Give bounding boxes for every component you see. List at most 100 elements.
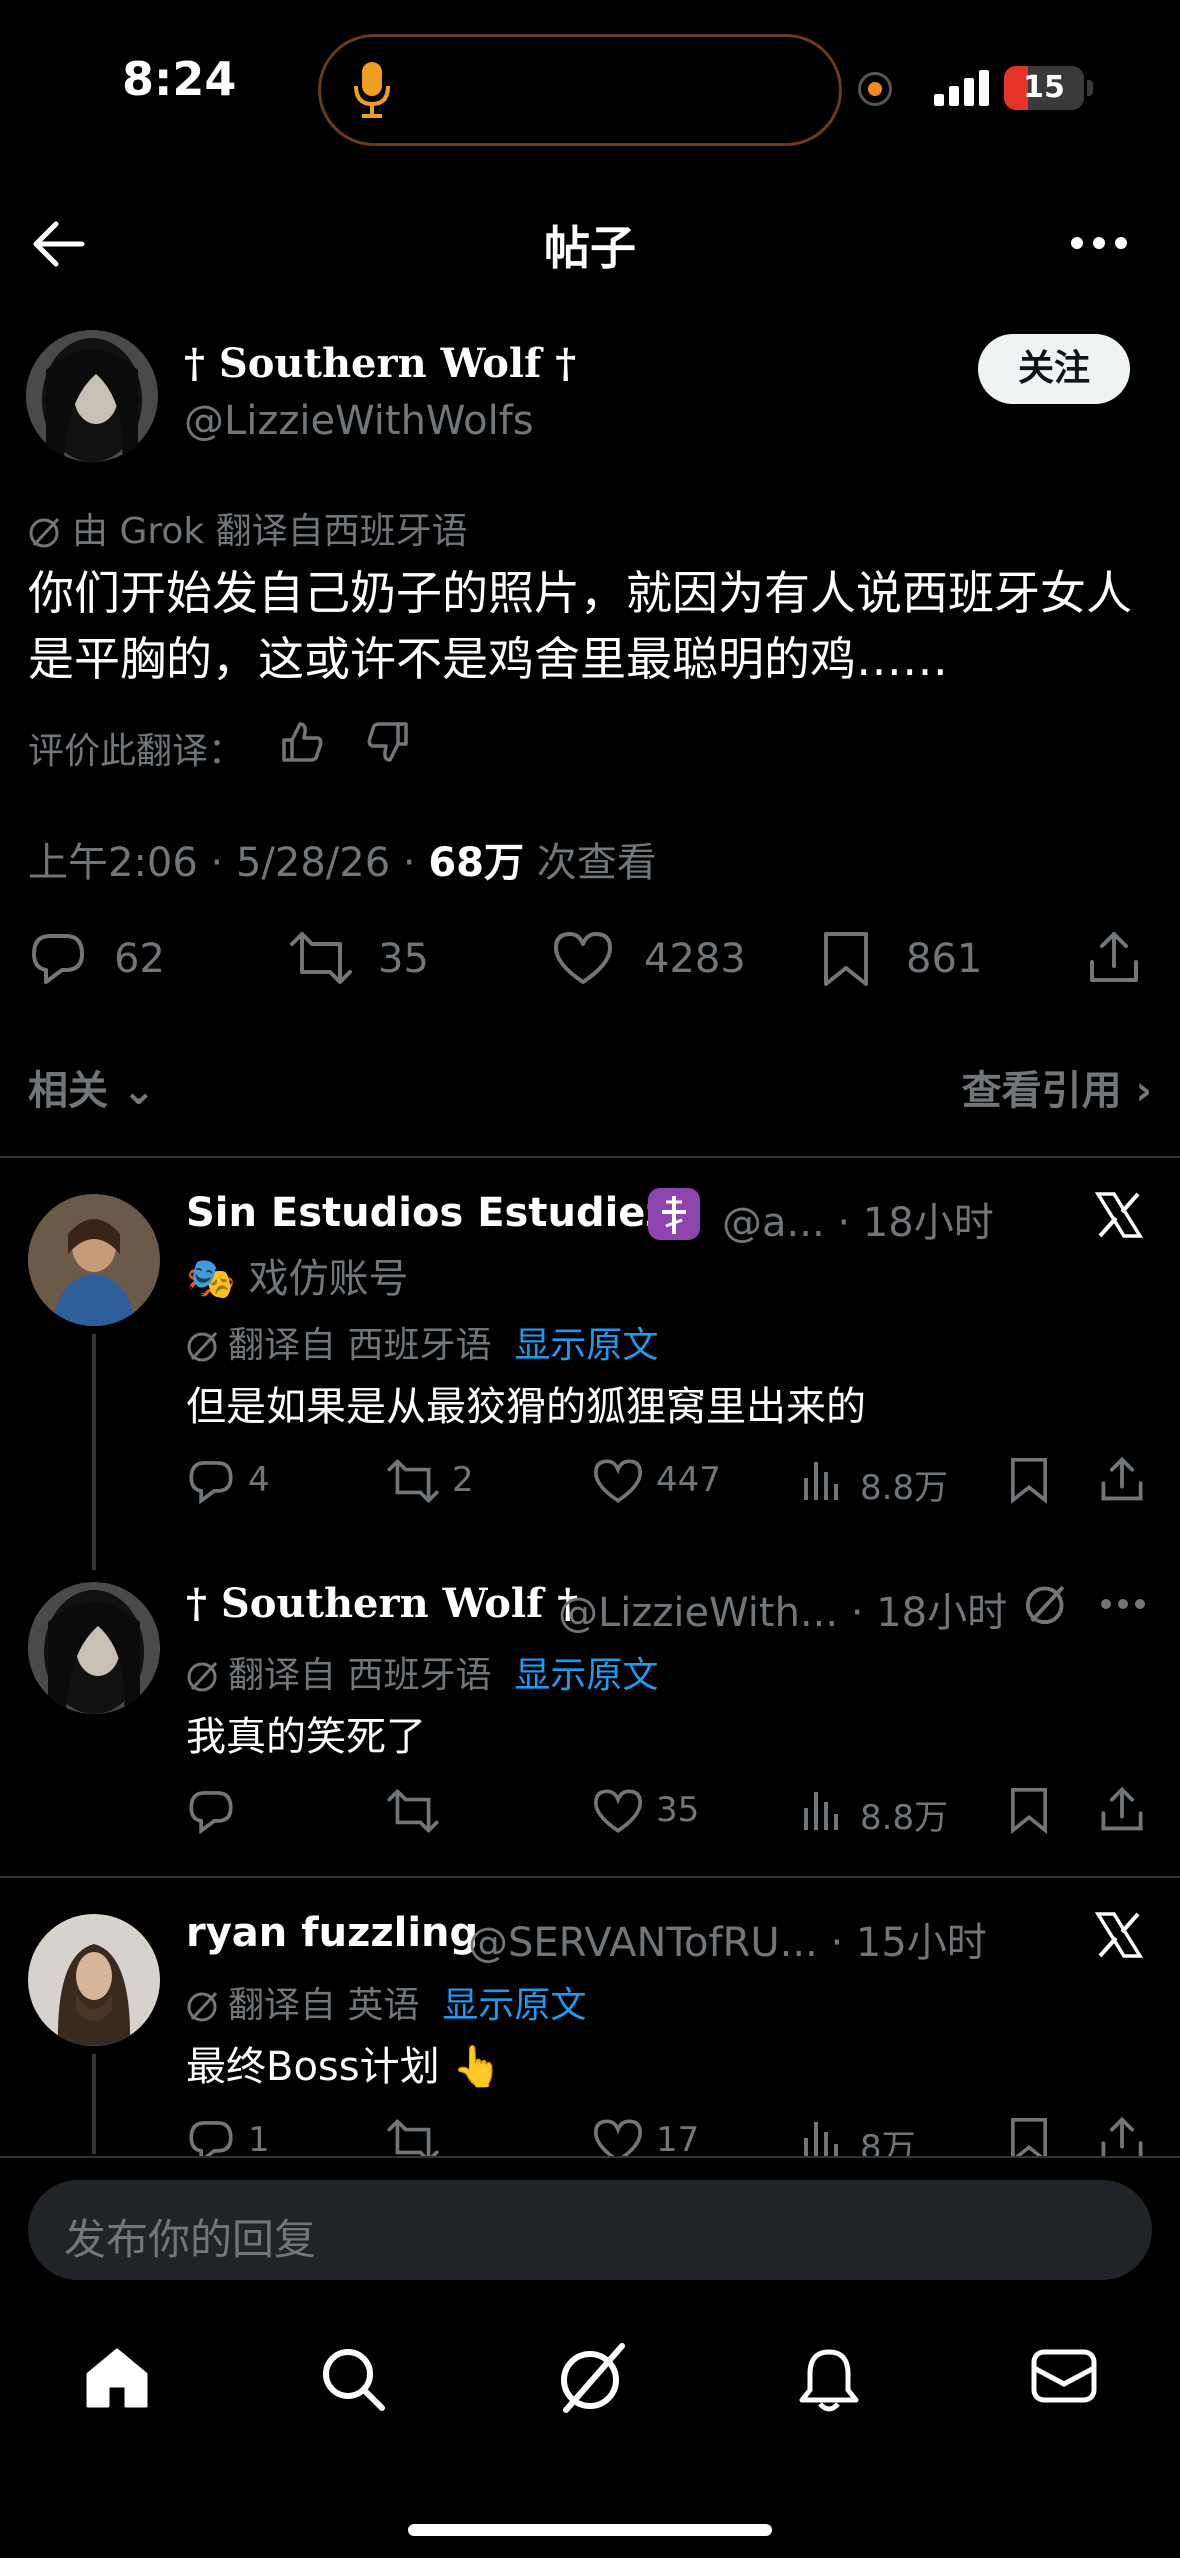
repost-icon[interactable] <box>386 1788 440 1834</box>
post-views-suffix: 次查看 <box>523 840 657 886</box>
more-options-icon[interactable] <box>1070 236 1128 250</box>
translation-note: 翻译自 西班牙语 显示原文 <box>186 1316 658 1368</box>
thumbs-down-icon[interactable] <box>366 720 410 764</box>
heart-icon[interactable] <box>592 1458 644 1504</box>
divider <box>0 1876 1180 1878</box>
rate-translation-label: 评价此翻译： <box>28 731 245 772</box>
share-icon[interactable] <box>1088 928 1140 986</box>
mail-icon[interactable] <box>1030 2346 1098 2406</box>
thumbs-up-icon[interactable] <box>280 720 324 764</box>
show-original-link[interactable]: 显示原文 <box>514 1655 658 1696</box>
reply-text: 但是如果是从最狡猾的狐狸窝里出来的 <box>186 1384 866 1430</box>
related-label: 相关 <box>28 1068 108 1114</box>
show-original-link[interactable]: 显示原文 <box>514 1325 658 1366</box>
reply-avatar[interactable] <box>28 1194 160 1326</box>
parody-label-text: 戏仿账号 <box>248 1256 409 1302</box>
reply-handle-time: @SERVANTofRU... · 15小时 <box>468 1920 987 1966</box>
page-title: 帖子 <box>544 221 636 275</box>
post-views-count: 68万 <box>428 840 524 886</box>
grok-icon <box>186 1329 220 1363</box>
more-options-icon[interactable] <box>1100 1598 1146 1610</box>
post-timestamp-views: 上午2:06 · 5/28/26 · 68万 次查看 <box>28 830 657 888</box>
reply-handle-time: @a... · 18小时 <box>722 1200 994 1246</box>
reply-compose-placeholder: 发布你的回复 <box>64 2215 317 2264</box>
post-time: 上午2:06 · 5/28/26 · <box>28 840 429 886</box>
heart-icon[interactable] <box>592 1788 644 1834</box>
like-count: 35 <box>656 1790 700 1830</box>
thread-line <box>92 2054 96 2154</box>
microphone-icon <box>352 60 392 120</box>
mask-icon: 🎭 <box>186 1256 236 1302</box>
grok-icon <box>186 1989 220 2023</box>
avatar[interactable] <box>26 330 158 462</box>
x-logo-icon[interactable] <box>1094 1190 1144 1240</box>
translation-note: 翻译自 英语 显示原文 <box>186 1976 586 2028</box>
status-time: 8:24 <box>122 52 237 106</box>
views-count: 8.8万 <box>860 1468 949 1508</box>
views-chart-icon[interactable] <box>802 1458 842 1502</box>
reply-icon[interactable] <box>186 1458 236 1504</box>
reply-icon[interactable] <box>186 1788 236 1834</box>
author-handle[interactable]: @LizzieWithWolfs <box>184 398 534 444</box>
chevron-down-icon: ⌄ <box>121 1068 156 1114</box>
reply-avatar[interactable] <box>28 1582 160 1714</box>
bookmark-icon[interactable] <box>1008 1456 1050 1504</box>
repost-icon[interactable] <box>288 930 354 986</box>
orthodox-cross-icon <box>648 1188 700 1240</box>
heart-icon[interactable] <box>552 930 614 986</box>
grok-translation-note: 由 Grok 翻译自西班牙语 <box>28 502 468 554</box>
repost-count: 35 <box>378 936 429 982</box>
translation-label: 翻译自 西班牙语 <box>228 1325 492 1366</box>
reply-count: 4 <box>248 1460 270 1500</box>
share-icon[interactable] <box>1100 1784 1144 1834</box>
back-arrow-icon[interactable] <box>30 220 86 268</box>
bookmark-icon[interactable] <box>820 930 872 988</box>
author-name[interactable]: † Southern Wolf † <box>184 340 576 387</box>
view-quotes-label: 查看引用 <box>961 1068 1122 1114</box>
repost-count: 2 <box>452 1460 474 1500</box>
bell-icon[interactable] <box>798 2346 860 2412</box>
bookmark-count: 861 <box>906 936 983 982</box>
dynamic-island <box>318 34 842 146</box>
divider <box>0 1156 1180 1158</box>
parody-label: 🎭 戏仿账号 <box>186 1246 409 1304</box>
views-count: 8.8万 <box>860 1798 949 1838</box>
reply-icon[interactable] <box>28 930 88 986</box>
signal-icon <box>934 68 992 108</box>
grok-icon <box>28 515 62 549</box>
reply-text: 我真的笑死了 <box>186 1714 426 1760</box>
home-indicator <box>408 2524 772 2536</box>
translation-label: 翻译自 英语 <box>228 1985 420 2026</box>
reply-author-name[interactable]: ryan fuzzling <box>186 1910 478 1956</box>
reply-author-name[interactable]: † Southern Wolf † <box>186 1580 578 1627</box>
battery-icon: 15 <box>1004 66 1084 110</box>
post-text: 你们开始发自己奶子的照片，就因为有人说西班牙女人是平胸的，这或许不是鸡舍里最聪明… <box>28 566 1132 686</box>
battery-cap <box>1087 80 1093 96</box>
view-quotes-link[interactable]: 查看引用 › <box>962 1058 1152 1116</box>
chevron-right-icon: › <box>1135 1068 1152 1114</box>
translation-note: 翻译自 西班牙语 显示原文 <box>186 1646 658 1698</box>
show-original-link[interactable]: 显示原文 <box>442 1985 586 2026</box>
battery-percent: 15 <box>1023 70 1065 105</box>
search-icon[interactable] <box>320 2346 386 2412</box>
like-count: 4283 <box>644 936 746 982</box>
grok-translation-label: 由 Grok 翻译自西班牙语 <box>72 511 468 552</box>
reply-count: 62 <box>114 936 165 982</box>
repost-icon[interactable] <box>386 1458 440 1504</box>
reply-handle-time: @LizzieWith... · 18小时 <box>558 1590 1008 1636</box>
reply-author-name[interactable]: Sin Estudios Estudiez <box>186 1190 669 1236</box>
like-count: 17 <box>656 2120 700 2160</box>
bookmark-icon[interactable] <box>1008 1786 1050 1834</box>
grok-icon[interactable] <box>1024 1582 1068 1626</box>
views-chart-icon[interactable] <box>802 1788 842 1832</box>
reply-avatar[interactable] <box>28 1914 160 2046</box>
share-icon[interactable] <box>1100 1454 1144 1504</box>
grok-icon[interactable] <box>556 2340 628 2416</box>
translation-label: 翻译自 西班牙语 <box>228 1655 492 1696</box>
follow-button[interactable]: 关注 <box>978 334 1130 404</box>
related-toggle[interactable]: 相关 ⌄ <box>28 1058 155 1116</box>
home-icon[interactable] <box>84 2346 150 2410</box>
reply-text: 最终Boss计划 👆 <box>186 2044 503 2090</box>
thread-line <box>92 1334 96 1570</box>
x-logo-icon[interactable] <box>1094 1910 1144 1960</box>
